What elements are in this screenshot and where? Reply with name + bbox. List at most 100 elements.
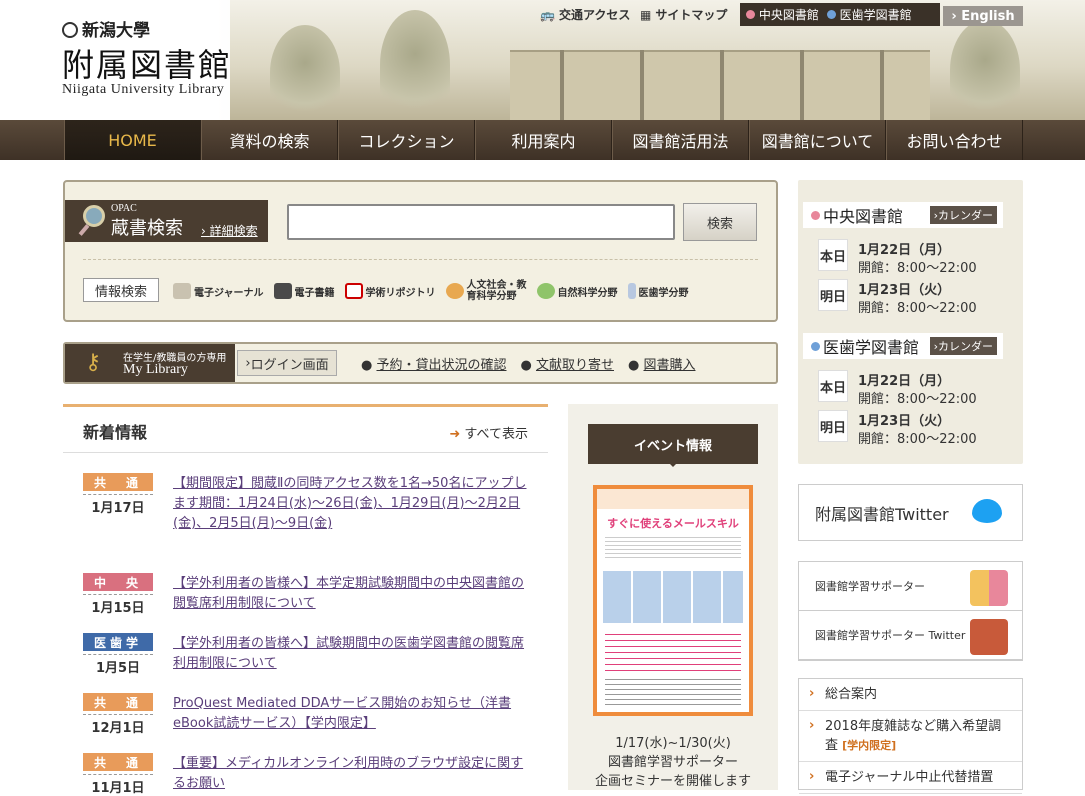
medical-library-label: 医歯学図書館 [839,8,912,22]
my-library-title: My Library [123,362,188,377]
central-library-header: 中央図書館 › カレンダー [803,202,1003,228]
login-label: ログイン画面 [250,357,329,373]
general-guide-link[interactable]: 総合案内 [799,679,1022,711]
search-button[interactable]: 検索 [683,203,757,241]
reservation-status-label: 予約・貸出状況の確認 [376,358,507,373]
event-dates: 1/17(水)~1/30(火) [615,736,731,751]
central-library-button[interactable]: 中央図書館 [746,6,819,23]
day-label: 本日 [818,370,848,402]
reservation-status-link[interactable]: ● 予約・貸出状況の確認 [361,354,507,373]
hours-row: 明日 1月23日（火） 開館：8:00～22:00 [818,410,1018,447]
column [720,50,724,120]
poster-footer [605,679,741,709]
nav-library-use[interactable]: 図書館活用法 [612,120,749,160]
my-library-links: ● 予約・貸出状況の確認 ● 文献取り寄せ ● 図書購入 [361,354,696,373]
opac-tab: OPAC 蔵書検索 › 詳細検索 [65,200,268,242]
natural-science-label: 自然科学分野 [557,287,618,299]
humanities-link[interactable]: 人文社会・教育科学分野 [445,280,527,302]
day-hours: 開館：8:00～22:00 [858,432,977,447]
event-poster[interactable]: すぐに使えるメールスキル [593,485,753,716]
column [560,50,564,120]
sitemap-icon: ▦ [640,7,652,22]
login-button[interactable]: › ログイン画面 [237,350,337,376]
blue-dot-icon [811,342,820,351]
supporter-link[interactable]: 図書館学習サポーター [799,562,1022,611]
pink-dot-icon [811,211,820,220]
day-label: 本日 [818,239,848,271]
repository-icon [344,283,363,299]
news-link[interactable]: 【学外利用者の皆様へ】本学定期試験期間中の中央図書館の閲覧席利用制限について [173,574,533,614]
nav-contact[interactable]: お問い合わせ [886,120,1023,160]
document-request-link[interactable]: ● 文献取り寄せ [521,354,615,373]
my-library-box: ⚷ 在学生/教職員の方専用 My Library › ログイン画面 ● 予約・貸出… [63,342,778,384]
event-caption[interactable]: 1/17(水)~1/30(火) 図書館学習サポーター 企画セミナーを開催します [568,734,778,791]
column [640,50,644,120]
advanced-search-link[interactable]: › 詳細検索 [201,222,258,239]
medical-library-header: 医歯学図書館 › カレンダー [803,333,1003,359]
supporters-icon [970,570,1008,606]
library-logo[interactable]: 附属図書館 [62,40,232,86]
sitemap-link[interactable]: ▦ サイトマップ [640,6,727,23]
category-badge: 共 通 [83,753,153,771]
magnifier-icon [83,205,105,227]
ejournal-cancel-link[interactable]: 電子ジャーナル中止代替措置 [799,762,1022,794]
news-link[interactable]: 【重要】メディカルオンライン利用時のブラウザ設定に関するお願い [173,754,533,794]
main-nav: HOME 資料の検索 コレクション 利用案内 図書館活用法 図書館について お問… [0,120,1085,160]
supporter-twitter-link[interactable]: 図書館学習サポーター Twitter [799,611,1022,660]
nav-collection[interactable]: コレクション [338,120,475,160]
nav-home[interactable]: HOME [64,120,201,160]
access-link[interactable]: 🚌 交通アクセス [540,6,630,23]
show-all-label: すべて表示 [464,427,528,442]
arrow-circle-icon: ➜ [449,427,461,442]
supporter-links: 図書館学習サポーター 図書館学習サポーター Twitter [798,561,1023,661]
university-name: 新潟大學 [82,21,150,41]
news-date: 12月1日 [83,714,153,736]
bus-icon: 🚌 [540,7,555,22]
info-search-label: 情報検索 [83,278,159,302]
poster-text [605,537,741,561]
news-link[interactable]: 【学外利用者の皆様へ】試験期間中の医歯学図書館の閲覧席利用制限について [173,634,533,674]
tree-illustration [380,10,450,120]
journal-survey-link[interactable]: 2018年度雑誌など購入希望調査 [学内限定] [799,711,1022,762]
opac-label: 蔵書検索 [111,218,183,239]
nav-usage-guide[interactable]: 利用案内 [475,120,612,160]
medical-library-name[interactable]: 医歯学図書館 [823,334,919,358]
medical-calendar-button[interactable]: › カレンダー [929,337,997,355]
category-badge: 中 央 [83,573,153,591]
show-all-link[interactable]: ➜ すべて表示 [449,423,528,442]
column [880,50,884,120]
university-logo[interactable]: 新潟大學 [62,16,150,41]
medical-library-button[interactable]: 医歯学図書館 [826,6,912,23]
news-title: 新着情報 [83,423,148,442]
book-purchase-link[interactable]: ● 図書購入 [628,354,696,373]
ejournal-icon [173,283,191,299]
natural-science-link[interactable]: 自然科学分野 [536,280,618,302]
nav-about[interactable]: 図書館について [749,120,886,160]
pink-dot-icon [746,10,755,19]
supporter-label: 図書館学習サポーター [815,580,925,593]
central-calendar-button[interactable]: › カレンダー [929,206,997,224]
ebook-link[interactable]: 電子書籍 [273,280,335,302]
event-description: 企画セミナーを開催します [594,774,751,789]
humanities-label: 人文社会・教育科学分野 [466,280,527,302]
guide-label: 総合案内 [825,687,878,702]
ejournal-label: 電子ジャーナル [194,287,264,299]
repository-link[interactable]: 学術リポジトリ [344,280,436,302]
nav-search[interactable]: 資料の検索 [201,120,338,160]
medical-link[interactable]: 医歯学分野 [627,280,689,302]
twitter-link[interactable]: 附属図書館Twitter [798,484,1023,541]
guide-links: 総合案内 2018年度雑誌など購入希望調査 [学内限定] 電子ジャーナル中止代替… [798,678,1023,794]
central-library-name[interactable]: 中央図書館 [823,203,903,227]
news-link[interactable]: ProQuest Mediated DDAサービス開始のお知らせ（洋書eBook… [173,694,533,734]
english-button[interactable]: › English [943,6,1023,26]
day-hours: 開館：8:00～22:00 [858,261,977,276]
medical-icon [627,283,636,299]
humanities-icon [445,283,464,299]
poster-details [605,634,741,674]
news-link[interactable]: 【期間限定】閲蔵Ⅱの同時アクセス数を1名→50名にアップします期間：1月24日(… [173,474,533,534]
opac-label-small: OPAC [111,203,137,214]
ejournal-link[interactable]: 電子ジャーナル [173,280,264,302]
opac-search-input[interactable] [287,204,675,240]
event-organizer: 図書館学習サポーター [607,755,738,770]
book-purchase-label: 図書購入 [643,358,696,373]
